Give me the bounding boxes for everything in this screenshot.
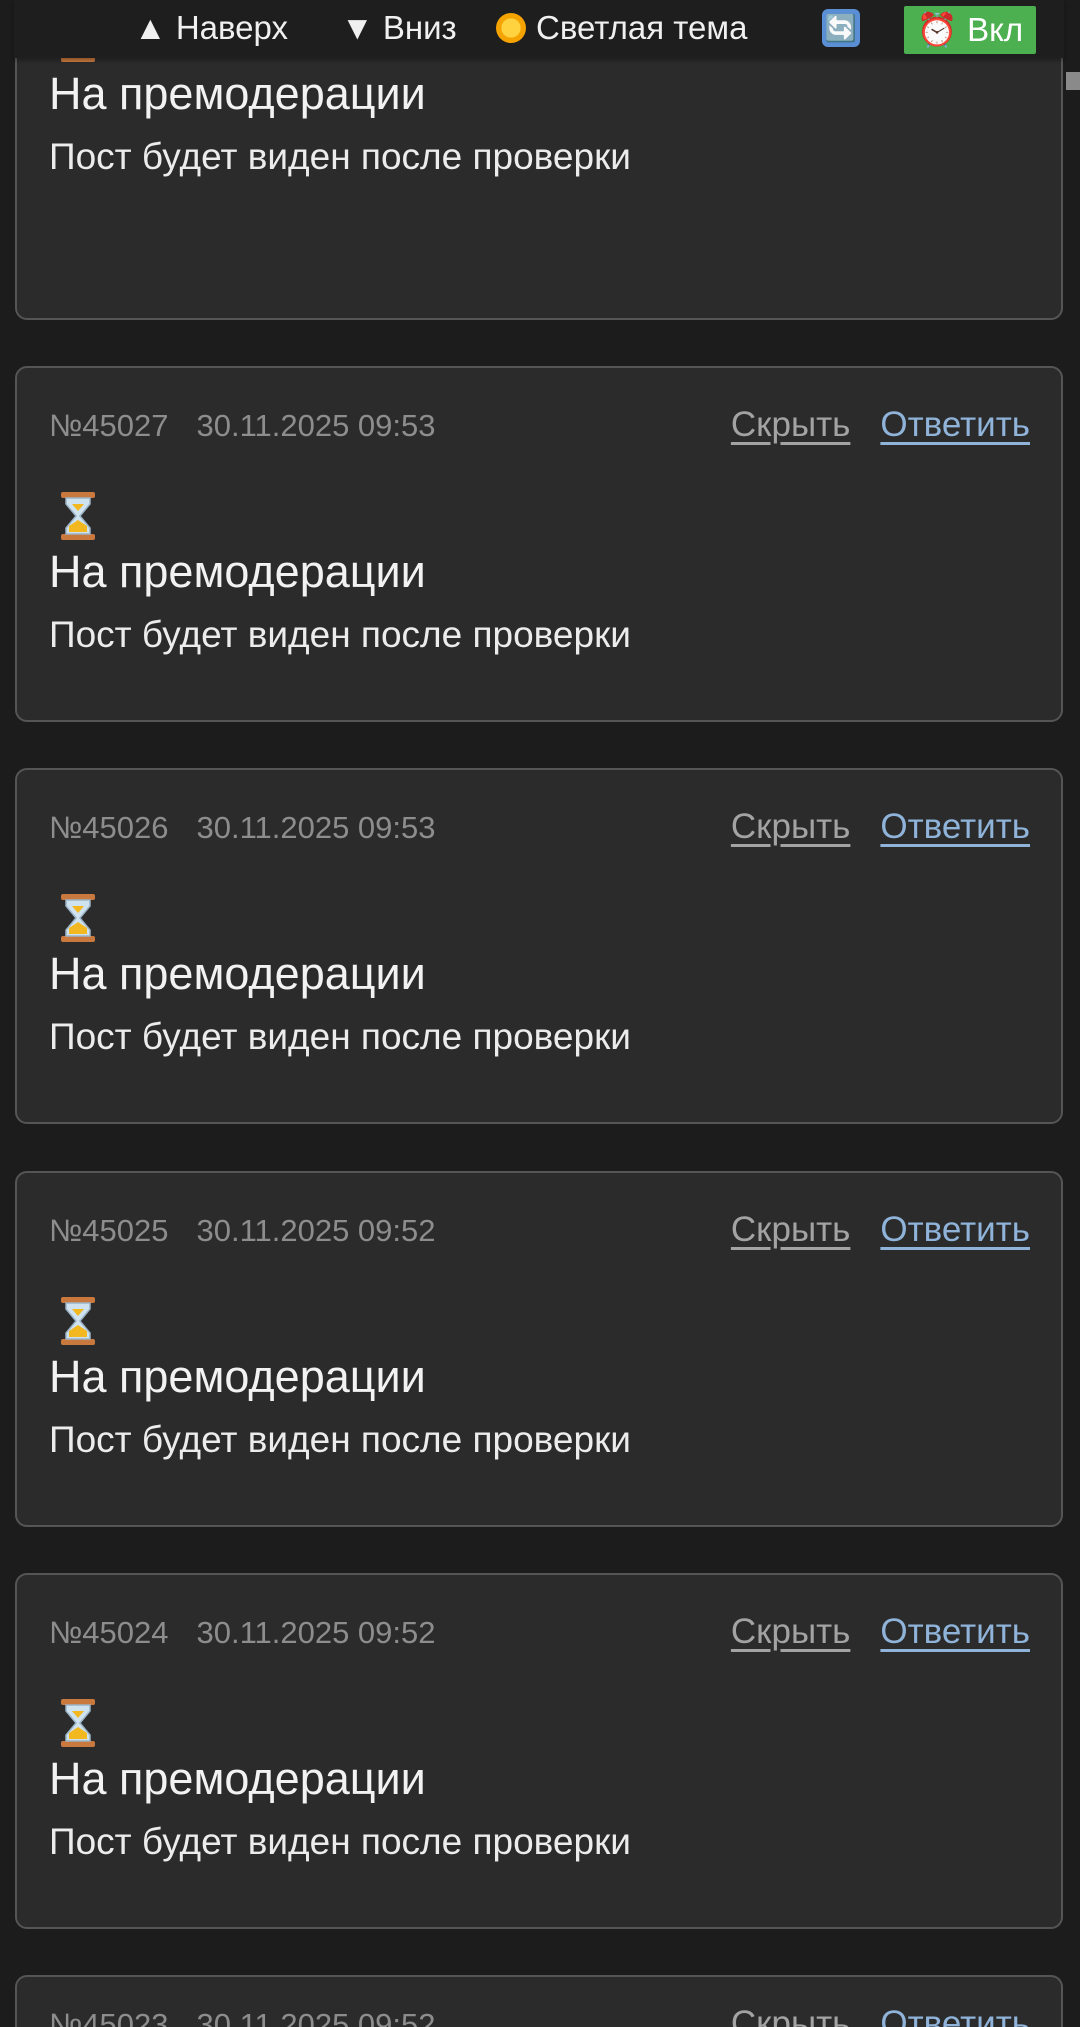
post-meta: №45024 30.11.2025 09:52 <box>49 1615 436 1651</box>
post-status-subtitle: Пост будет виден после проверки <box>49 1016 631 1057</box>
post-actions: Скрыть Ответить <box>731 1612 1030 1652</box>
auto-refresh-toggle[interactable]: ⏰ Вкл <box>904 6 1036 54</box>
post-status-subtitle: Пост будет виден после проверки <box>49 1821 631 1862</box>
hourglass-icon <box>61 492 95 540</box>
post-card: №45027 30.11.2025 09:53 Скрыть Ответить На… <box>15 366 1063 722</box>
post-date: 30.11.2025 09:52 <box>196 1213 436 1248</box>
sun-icon <box>496 13 526 43</box>
hourglass-icon <box>61 1699 95 1747</box>
light-theme-button[interactable]: Светлая тема <box>496 6 747 50</box>
post-meta: №45023 30.11.2025 09:52 <box>49 2007 436 2027</box>
hide-post-link[interactable]: Скрыть <box>731 405 850 444</box>
top-toolbar: ▲ Наверх ▼ Вниз Светлая тема 🔄 ⏰ Вкл <box>14 0 1064 58</box>
refresh-icon: 🔄 <box>824 13 858 43</box>
post-status-subtitle: Пост будет виден после проверки <box>49 1419 631 1460</box>
post-card: №45025 30.11.2025 09:52 Скрыть Ответить На… <box>15 1171 1063 1527</box>
reply-post-link[interactable]: Ответить <box>880 405 1030 444</box>
reply-post-link[interactable]: Ответить <box>880 2004 1030 2027</box>
post-actions: Скрыть Ответить <box>731 405 1030 445</box>
light-theme-label: Светлая тема <box>536 9 748 46</box>
reply-post-link[interactable]: Ответить <box>880 807 1030 846</box>
post-status-title: На премодерации <box>49 546 426 597</box>
post-date: 30.11.2025 09:53 <box>196 810 436 845</box>
reply-post-link[interactable]: Ответить <box>880 1612 1030 1651</box>
post-status-title: На премодерации <box>49 948 426 999</box>
post-date: 30.11.2025 09:52 <box>196 2007 436 2027</box>
post-status-title: На премодерации <box>49 1753 426 1804</box>
post-number[interactable]: №45024 <box>49 1615 168 1650</box>
post-date: 30.11.2025 09:53 <box>196 408 436 443</box>
post-card: №45024 30.11.2025 09:52 Скрыть Ответить На… <box>15 1573 1063 1929</box>
post-number[interactable]: №45026 <box>49 810 168 845</box>
post-card: №45023 30.11.2025 09:52 Скрыть Ответить <box>15 1975 1063 2027</box>
post-status-title: На премодерации <box>49 68 426 119</box>
scroll-top-button[interactable]: ▲ Наверх <box>134 6 288 50</box>
post-meta: №45026 30.11.2025 09:53 <box>49 810 436 846</box>
hide-post-link[interactable]: Скрыть <box>731 1612 850 1651</box>
reply-post-link[interactable]: Ответить <box>880 1210 1030 1249</box>
post-number[interactable]: №45023 <box>49 2007 168 2027</box>
refresh-button[interactable]: 🔄 <box>822 9 860 47</box>
post-meta: №45025 30.11.2025 09:52 <box>49 1213 436 1249</box>
hide-post-link[interactable]: Скрыть <box>731 1210 850 1249</box>
post-card: №45026 30.11.2025 09:53 Скрыть Ответить На… <box>15 768 1063 1124</box>
scroll-bottom-button[interactable]: ▼ Вниз <box>341 6 457 50</box>
post-status-subtitle: Пост будет виден после проверки <box>49 136 631 177</box>
post-status-title: На премодерации <box>49 1351 426 1402</box>
hide-post-link[interactable]: Скрыть <box>731 807 850 846</box>
post-number[interactable]: №45025 <box>49 1213 168 1248</box>
post-number[interactable]: №45027 <box>49 408 168 443</box>
post-actions: Скрыть Ответить <box>731 2004 1030 2027</box>
hourglass-icon <box>61 1297 95 1345</box>
post-actions: Скрыть Ответить <box>731 1210 1030 1250</box>
hide-post-link[interactable]: Скрыть <box>731 2004 850 2027</box>
post-status-subtitle: Пост будет виден после проверки <box>49 614 631 655</box>
post-date: 30.11.2025 09:52 <box>196 1615 436 1650</box>
post-meta: №45027 30.11.2025 09:53 <box>49 408 436 444</box>
hourglass-icon <box>61 894 95 942</box>
scrollbar-thumb[interactable] <box>1066 72 1080 90</box>
post-actions: Скрыть Ответить <box>731 807 1030 847</box>
